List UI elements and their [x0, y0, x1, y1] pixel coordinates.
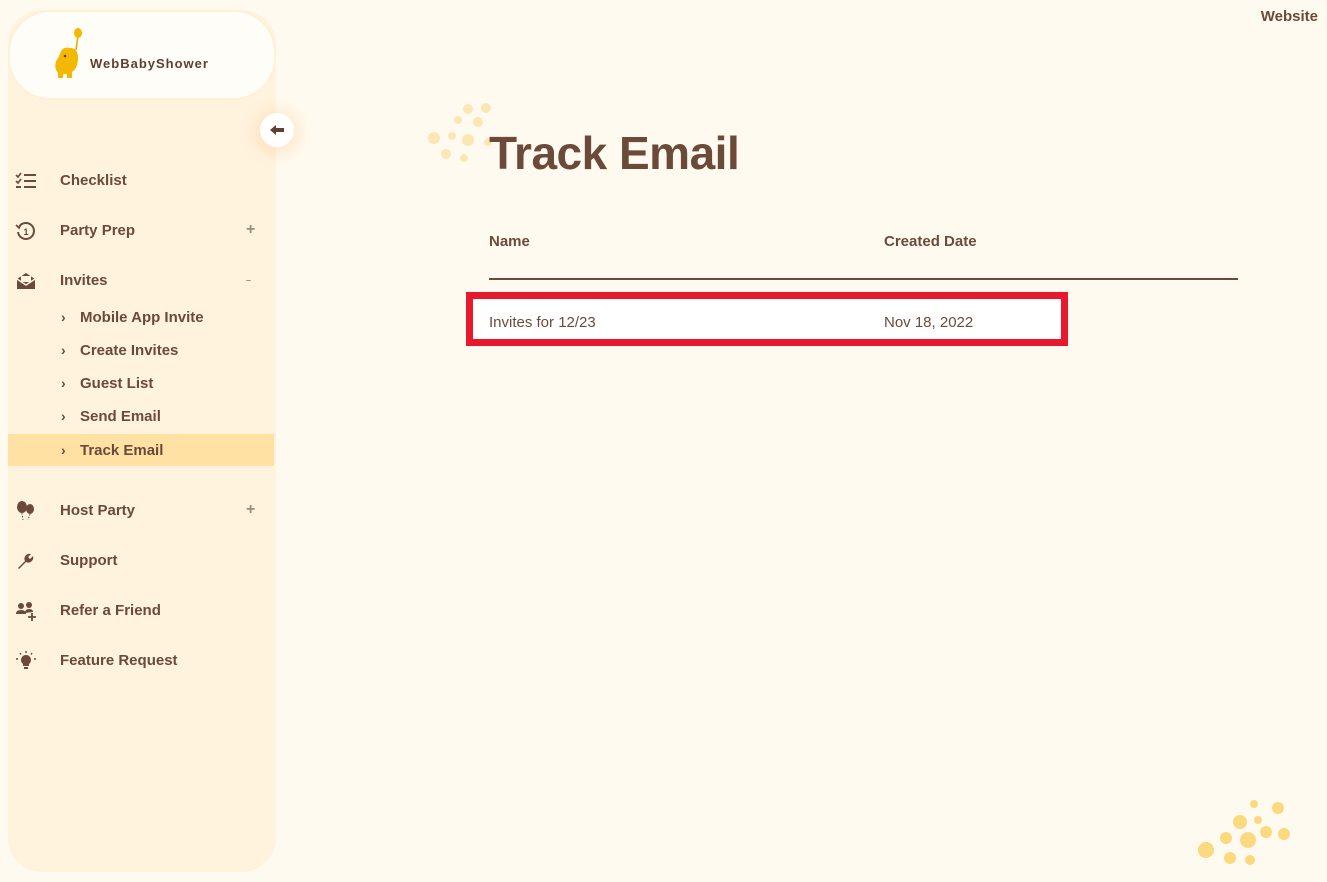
sidebar-item-label: Party Prep — [60, 221, 136, 239]
open-envelope-icon — [16, 273, 36, 289]
sidebar-item-support[interactable]: Support — [8, 542, 276, 578]
sidebar-item-feature-request[interactable]: Feature Request — [8, 642, 276, 678]
sidebar-item-party-prep[interactable]: 1 Party Prep + — [8, 212, 276, 248]
history-clock-icon: 1 — [15, 222, 35, 240]
sidebar-subitem-guest-list[interactable]: › Guest List — [8, 367, 274, 399]
sidebar-item-label: Checklist — [60, 171, 127, 189]
website-link[interactable]: Website — [1261, 8, 1318, 25]
collapse-minus-icon[interactable]: – — [246, 275, 251, 285]
page-title: Track Email — [489, 127, 740, 179]
sidebar-subitem-label: Guest List — [80, 374, 154, 392]
table-header-divider — [489, 278, 1238, 280]
sidebar-item-checklist[interactable]: Checklist — [8, 162, 276, 198]
sidebar-item-host-party[interactable]: Host Party + — [8, 492, 276, 528]
checklist-icon — [15, 172, 36, 188]
elephant-balloon-logo-icon — [55, 28, 82, 78]
sidebar-item-refer-a-friend[interactable]: Refer a Friend — [8, 592, 276, 628]
sidebar-subitem-label: Send Email — [80, 407, 161, 425]
svg-text:1: 1 — [24, 227, 29, 237]
column-header-created-date: Created Date — [884, 233, 977, 250]
chevron-right-icon: › — [61, 342, 66, 358]
sidebar-subitem-create-invites[interactable]: › Create Invites — [8, 334, 274, 366]
sidebar-subitem-send-email[interactable]: › Send Email — [8, 400, 274, 432]
decorative-dots-icon — [1198, 800, 1290, 865]
brand-name: WebBabyShower — [90, 56, 209, 71]
sidebar-item-label: Refer a Friend — [60, 601, 161, 619]
chevron-right-icon: › — [61, 442, 66, 458]
sidebar-subitem-track-email[interactable]: › Track Email — [8, 434, 274, 466]
user-plus-icon — [16, 602, 36, 621]
expand-plus-icon[interactable]: + — [246, 501, 255, 519]
cell-created-date: Nov 18, 2022 — [884, 314, 974, 331]
lightbulb-icon — [16, 651, 36, 669]
decorative-dots-icon — [428, 103, 492, 162]
chevron-right-icon: › — [61, 375, 66, 391]
collapse-sidebar-button[interactable] — [260, 113, 294, 147]
column-header-name: Name — [489, 233, 530, 250]
balloons-icon — [17, 501, 34, 521]
chevron-right-icon: › — [61, 309, 66, 325]
sidebar-subitem-mobile-app-invite[interactable]: › Mobile App Invite — [8, 301, 274, 333]
sidebar-subitem-label: Mobile App Invite — [80, 308, 204, 326]
arrow-left-icon — [270, 125, 284, 135]
sidebar-item-label: Support — [60, 551, 118, 569]
table-row[interactable]: Invites for 12/23 Nov 18, 2022 — [466, 292, 1068, 346]
sidebar-item-invites[interactable]: Invites – — [8, 262, 276, 298]
sidebar-item-label: Invites — [60, 271, 108, 289]
logo-card[interactable]: WebBabyShower — [10, 12, 274, 98]
wrench-icon — [18, 553, 34, 569]
sidebar: WebBabyShower Checklist 1 Party Prep + I… — [8, 10, 294, 872]
sidebar-subitem-label: Track Email — [80, 441, 164, 459]
expand-plus-icon[interactable]: + — [246, 221, 255, 239]
sidebar-item-label: Feature Request — [60, 651, 178, 669]
chevron-right-icon: › — [61, 408, 66, 424]
sidebar-subitem-label: Create Invites — [80, 341, 179, 359]
sidebar-item-label: Host Party — [60, 501, 136, 519]
cell-name: Invites for 12/23 — [489, 314, 596, 331]
